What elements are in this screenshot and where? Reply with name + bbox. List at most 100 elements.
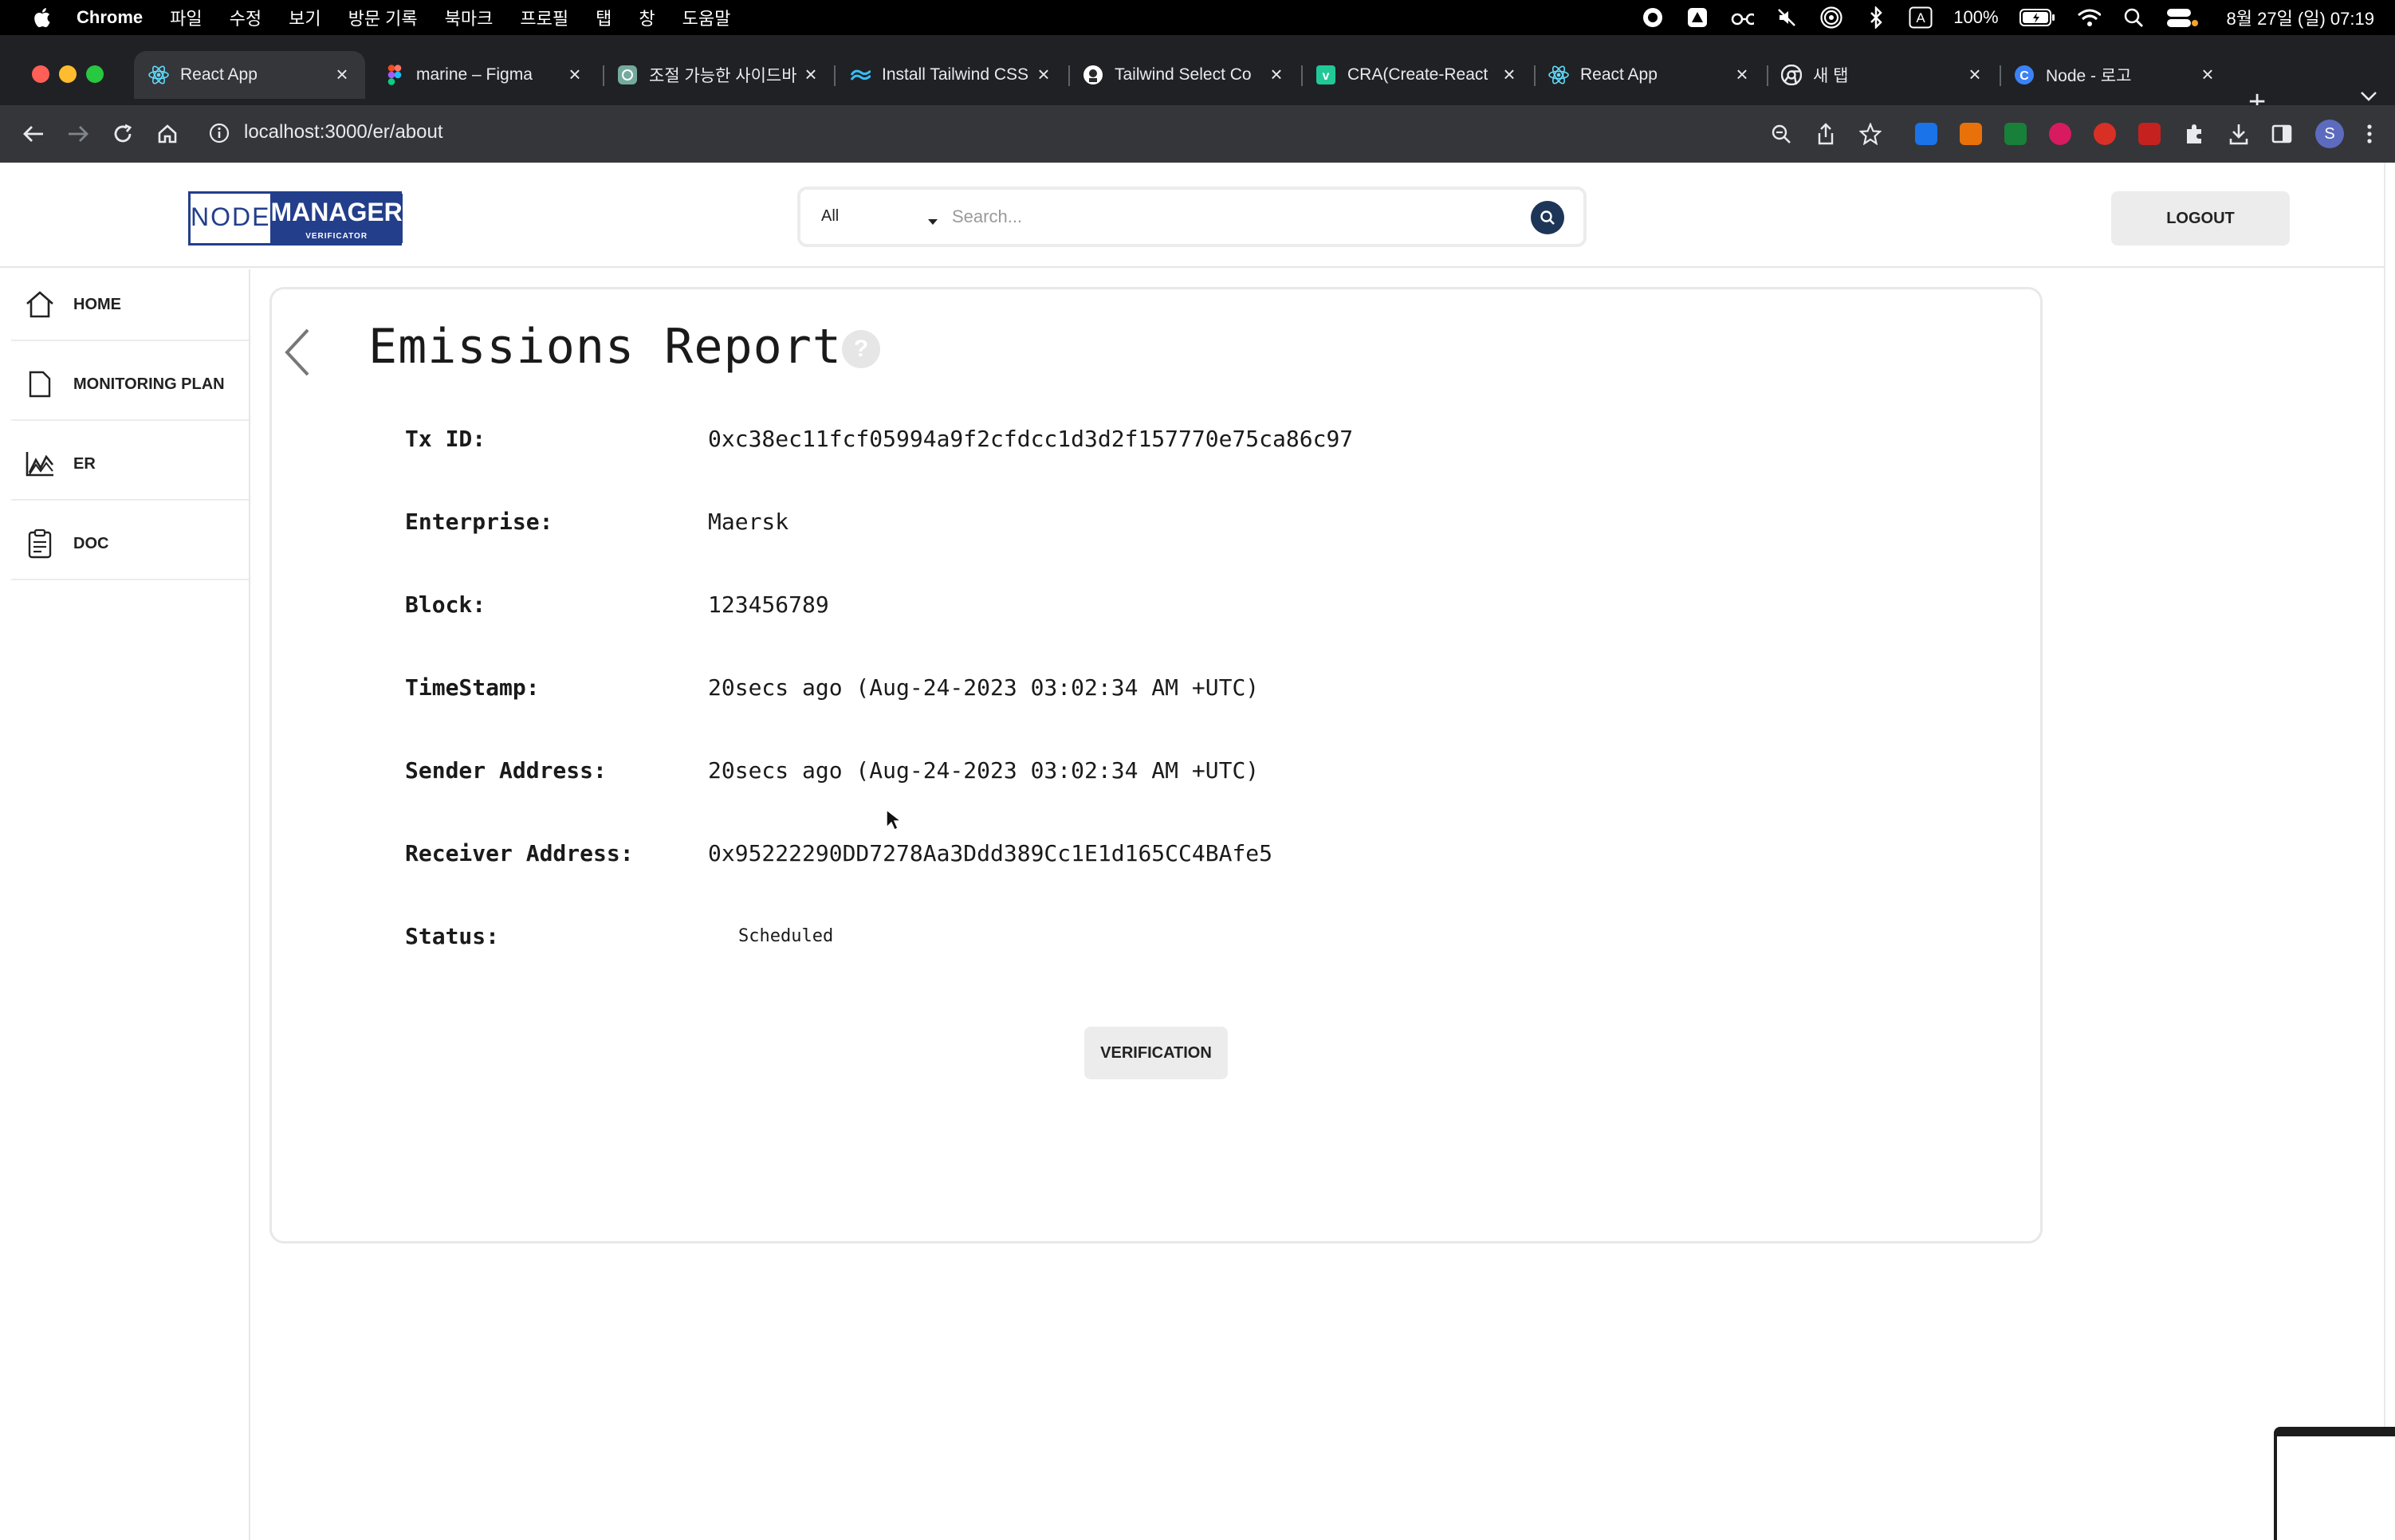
- tab-title: React App: [180, 65, 258, 84]
- chrome-icon: [1781, 65, 1802, 85]
- bluetooth-icon[interactable]: [1864, 6, 1888, 29]
- side-panel-icon[interactable]: [2266, 118, 2298, 150]
- tab-close-icon[interactable]: ×: [1963, 62, 1987, 86]
- profile-avatar[interactable]: S: [2315, 120, 2344, 148]
- menu-tab[interactable]: 탭: [596, 5, 612, 30]
- bookmark-star-icon[interactable]: [1854, 118, 1886, 150]
- share-icon[interactable]: [1810, 118, 1842, 150]
- bitwarden-extension-icon[interactable]: [1915, 123, 1937, 145]
- menu-edit[interactable]: 수정: [230, 5, 262, 30]
- sidebar-item-label: ER: [73, 454, 96, 473]
- sidebar-item-doc[interactable]: DOC: [11, 509, 249, 580]
- apple-icon[interactable]: [32, 6, 53, 29]
- browser-menu-icon[interactable]: [2354, 118, 2385, 150]
- tab-close-icon[interactable]: ×: [1497, 62, 1521, 86]
- extension-ex-icon[interactable]: [1960, 123, 1982, 145]
- tab-close-icon[interactable]: ×: [1032, 62, 1056, 86]
- record-icon[interactable]: [1641, 6, 1665, 29]
- status-label: Status:: [405, 923, 500, 949]
- canva-icon: C: [2014, 65, 2035, 85]
- tab-search-chevron-icon[interactable]: [2360, 91, 2377, 106]
- home-browser-icon[interactable]: [151, 118, 183, 150]
- search-category-select[interactable]: All: [821, 207, 839, 226]
- svg-text:v: v: [1323, 69, 1330, 83]
- menu-file[interactable]: 파일: [170, 5, 202, 30]
- extension-red-icon[interactable]: [2138, 123, 2161, 145]
- sidebar: HOME MONITORING PLAN ER DOC: [0, 269, 250, 1540]
- tab-title: 새 탭: [1813, 67, 1849, 85]
- search-button[interactable]: [1531, 201, 1564, 234]
- extension-youtube-icon[interactable]: [2094, 123, 2116, 145]
- reload-icon[interactable]: [107, 118, 139, 150]
- extension-pink-icon[interactable]: [2049, 123, 2071, 145]
- tab-node-logo[interactable]: C Node - 로고 ×: [2000, 51, 2231, 99]
- menubar-clock[interactable]: 8월 27일 (일) 07:19: [2227, 5, 2374, 30]
- zoom-icon[interactable]: [1765, 118, 1797, 150]
- screenshot-thumbnail[interactable]: [2274, 1427, 2395, 1540]
- help-icon[interactable]: ?: [842, 330, 880, 368]
- tab-title: Tailwind Select Co: [1115, 65, 1252, 84]
- minimize-window-icon[interactable]: [59, 65, 77, 83]
- macos-menu-bar: Chrome 파일 수정 보기 방문 기록 북마크 프로필 탭 창 도움말 A …: [0, 0, 2395, 35]
- input-source-icon[interactable]: A: [1909, 6, 1933, 29]
- tab-close-icon[interactable]: ×: [563, 62, 587, 86]
- sender-address-label: Sender Address:: [405, 757, 607, 784]
- tab-install-tailwind[interactable]: Install Tailwind CSS ×: [836, 51, 1067, 99]
- page-scrollbar[interactable]: [2384, 163, 2385, 1540]
- tab-title: Install Tailwind CSS: [882, 65, 1029, 84]
- mute-icon[interactable]: [1775, 6, 1799, 29]
- menu-help[interactable]: 도움말: [682, 5, 731, 30]
- sidebar-item-er[interactable]: ER: [11, 429, 249, 501]
- menu-window[interactable]: 창: [639, 5, 655, 30]
- app-name[interactable]: Chrome: [77, 7, 143, 28]
- page-title: Emissions Report: [368, 319, 842, 375]
- tab-react-app[interactable]: React App ×: [134, 51, 365, 99]
- back-arrow-icon[interactable]: [18, 118, 49, 150]
- zoom-window-icon[interactable]: [86, 65, 104, 83]
- tab-new-tab[interactable]: 새 탭 ×: [1767, 51, 1998, 99]
- menu-history[interactable]: 방문 기록: [348, 5, 418, 30]
- browser-tab-strip: React App × marine – Figma × 조절 가능한 사이드바…: [0, 35, 2395, 117]
- glasses-icon[interactable]: [1730, 6, 1755, 29]
- site-info-icon[interactable]: [209, 123, 230, 147]
- sidebar-item-home[interactable]: HOME: [11, 269, 249, 341]
- logout-button[interactable]: LOGOUT: [2111, 191, 2290, 246]
- app-header: NODE MANAGER VERIFICATOR All LOGOUT: [0, 163, 2384, 268]
- search-input[interactable]: [952, 201, 1526, 233]
- tab-close-icon[interactable]: ×: [330, 62, 354, 86]
- tab-close-icon[interactable]: ×: [799, 62, 823, 86]
- close-window-icon[interactable]: [32, 65, 49, 83]
- verification-button[interactable]: VERIFICATION: [1084, 1027, 1228, 1079]
- menu-bookmarks[interactable]: 북마크: [445, 5, 494, 30]
- search-icon: [1540, 210, 1555, 225]
- battery-icon[interactable]: [2019, 6, 2056, 29]
- extensions-puzzle-icon[interactable]: [2178, 118, 2210, 150]
- back-chevron-icon[interactable]: [282, 327, 311, 382]
- download-icon[interactable]: [2223, 118, 2255, 150]
- spotlight-search-icon[interactable]: [2122, 6, 2145, 29]
- tab-title: Node - 로고: [2046, 67, 2132, 85]
- airdrop-icon[interactable]: [1819, 6, 1843, 29]
- tab-react-app-2[interactable]: React App ×: [1534, 51, 1765, 99]
- sidebar-item-monitoring-plan[interactable]: MONITORING PLAN: [11, 349, 249, 421]
- tab-figma[interactable]: marine – Figma ×: [370, 51, 598, 99]
- tab-close-icon[interactable]: ×: [2196, 62, 2220, 86]
- control-center-icon[interactable]: [2166, 6, 2198, 29]
- tab-tailwind-select[interactable]: Tailwind Select Co ×: [1068, 51, 1300, 99]
- tab-resizable-sidebar[interactable]: 조절 가능한 사이드바 ×: [603, 51, 834, 99]
- timestamp-label: TimeStamp:: [405, 674, 540, 701]
- tab-close-icon[interactable]: ×: [1264, 62, 1288, 86]
- caret-down-icon[interactable]: [928, 215, 938, 230]
- tab-cra[interactable]: v CRA(Create-React ×: [1301, 51, 1532, 99]
- logo-manager-text: MANAGER VERIFICATOR: [270, 194, 403, 243]
- forward-arrow-icon[interactable]: [62, 118, 94, 150]
- menu-profiles[interactable]: 프로필: [520, 5, 568, 30]
- tab-close-icon[interactable]: ×: [1730, 62, 1754, 86]
- wifi-icon[interactable]: [2077, 6, 2101, 29]
- extension-green-icon[interactable]: [2004, 123, 2027, 145]
- drive-icon[interactable]: [1685, 6, 1709, 29]
- menu-view[interactable]: 보기: [289, 5, 321, 30]
- enterprise-label: Enterprise:: [405, 509, 553, 535]
- node-manager-logo[interactable]: NODE MANAGER VERIFICATOR: [188, 191, 403, 246]
- address-bar[interactable]: localhost:3000/er/about: [244, 121, 443, 143]
